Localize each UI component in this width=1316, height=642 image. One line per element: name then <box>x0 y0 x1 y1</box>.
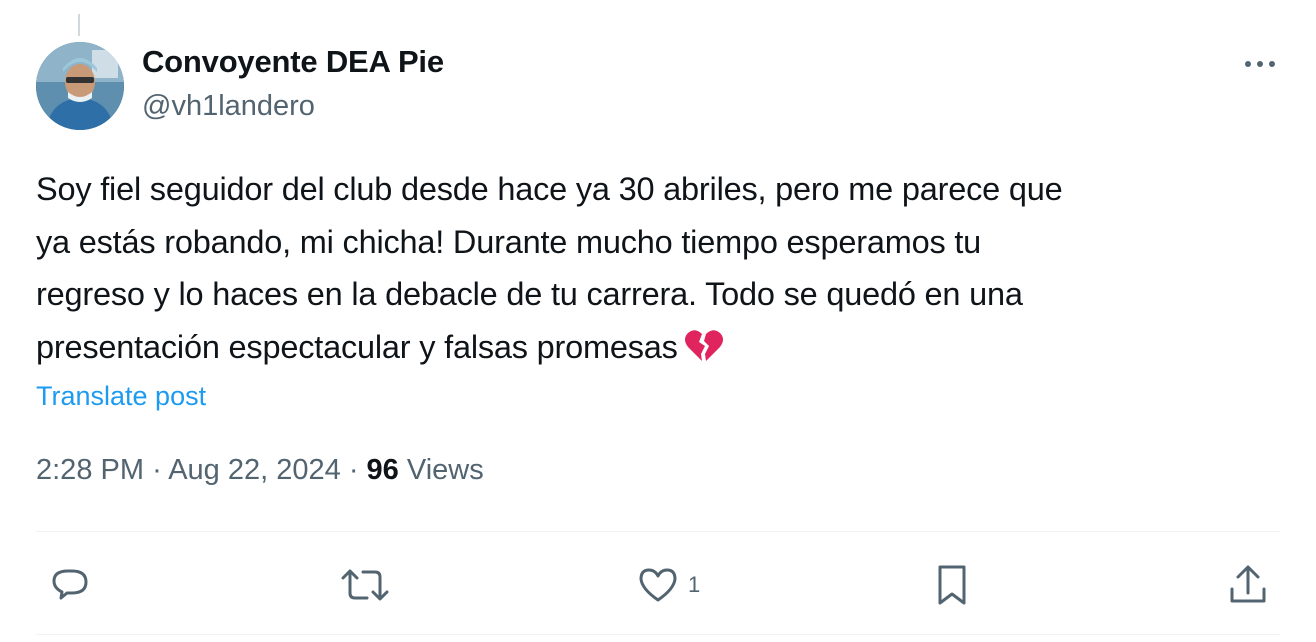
heart-icon <box>639 568 677 602</box>
post-text: Soy fiel seguidor del club desde hace ya… <box>36 163 1276 379</box>
divider <box>36 531 1280 532</box>
views-label: Views <box>406 454 484 486</box>
bookmark-icon <box>938 565 966 605</box>
post-time[interactable]: 2:28 PM <box>36 454 144 486</box>
author-handle[interactable]: @vh1landero <box>142 90 315 123</box>
bookmark-button[interactable] <box>930 555 974 615</box>
repost-icon <box>341 569 389 601</box>
reply-icon <box>52 569 88 600</box>
post-text-line: Soy fiel seguidor del club desde hace ya… <box>36 171 1063 207</box>
repost-button[interactable] <box>340 555 390 615</box>
translate-post-link[interactable]: Translate post <box>36 381 206 412</box>
post-text-line: regreso y lo haces en la debacle de tu c… <box>36 276 1023 312</box>
author-name[interactable]: Convoyente DEA Pie <box>142 44 444 80</box>
meta-separator: · <box>348 454 359 486</box>
share-icon <box>1230 565 1266 603</box>
post-meta: 2:28 PM · Aug 22, 2024 · 96 Views <box>36 454 484 487</box>
meta-separator: · <box>152 454 162 486</box>
post-text-line: presentación espectacular y falsas prome… <box>36 328 678 365</box>
share-button[interactable] <box>1226 555 1270 615</box>
action-bar: 1 <box>0 555 1316 615</box>
reply-button[interactable] <box>48 555 92 615</box>
divider <box>36 634 1280 635</box>
thread-line <box>78 14 80 36</box>
post-text-line-last: presentación espectacular y falsas prome… <box>36 321 1276 380</box>
post-text-line: ya estás robando, mi chicha! Durante muc… <box>36 223 982 260</box>
more-options-button[interactable] <box>1240 48 1280 78</box>
avatar[interactable] <box>36 42 124 130</box>
post-date[interactable]: Aug 22, 2024 <box>168 454 341 486</box>
views-count: 96 <box>366 454 399 486</box>
like-button[interactable]: 1 <box>636 555 700 615</box>
more-icon <box>1245 61 1275 67</box>
like-count: 1 <box>688 572 701 597</box>
broken-heart-icon <box>684 327 724 380</box>
